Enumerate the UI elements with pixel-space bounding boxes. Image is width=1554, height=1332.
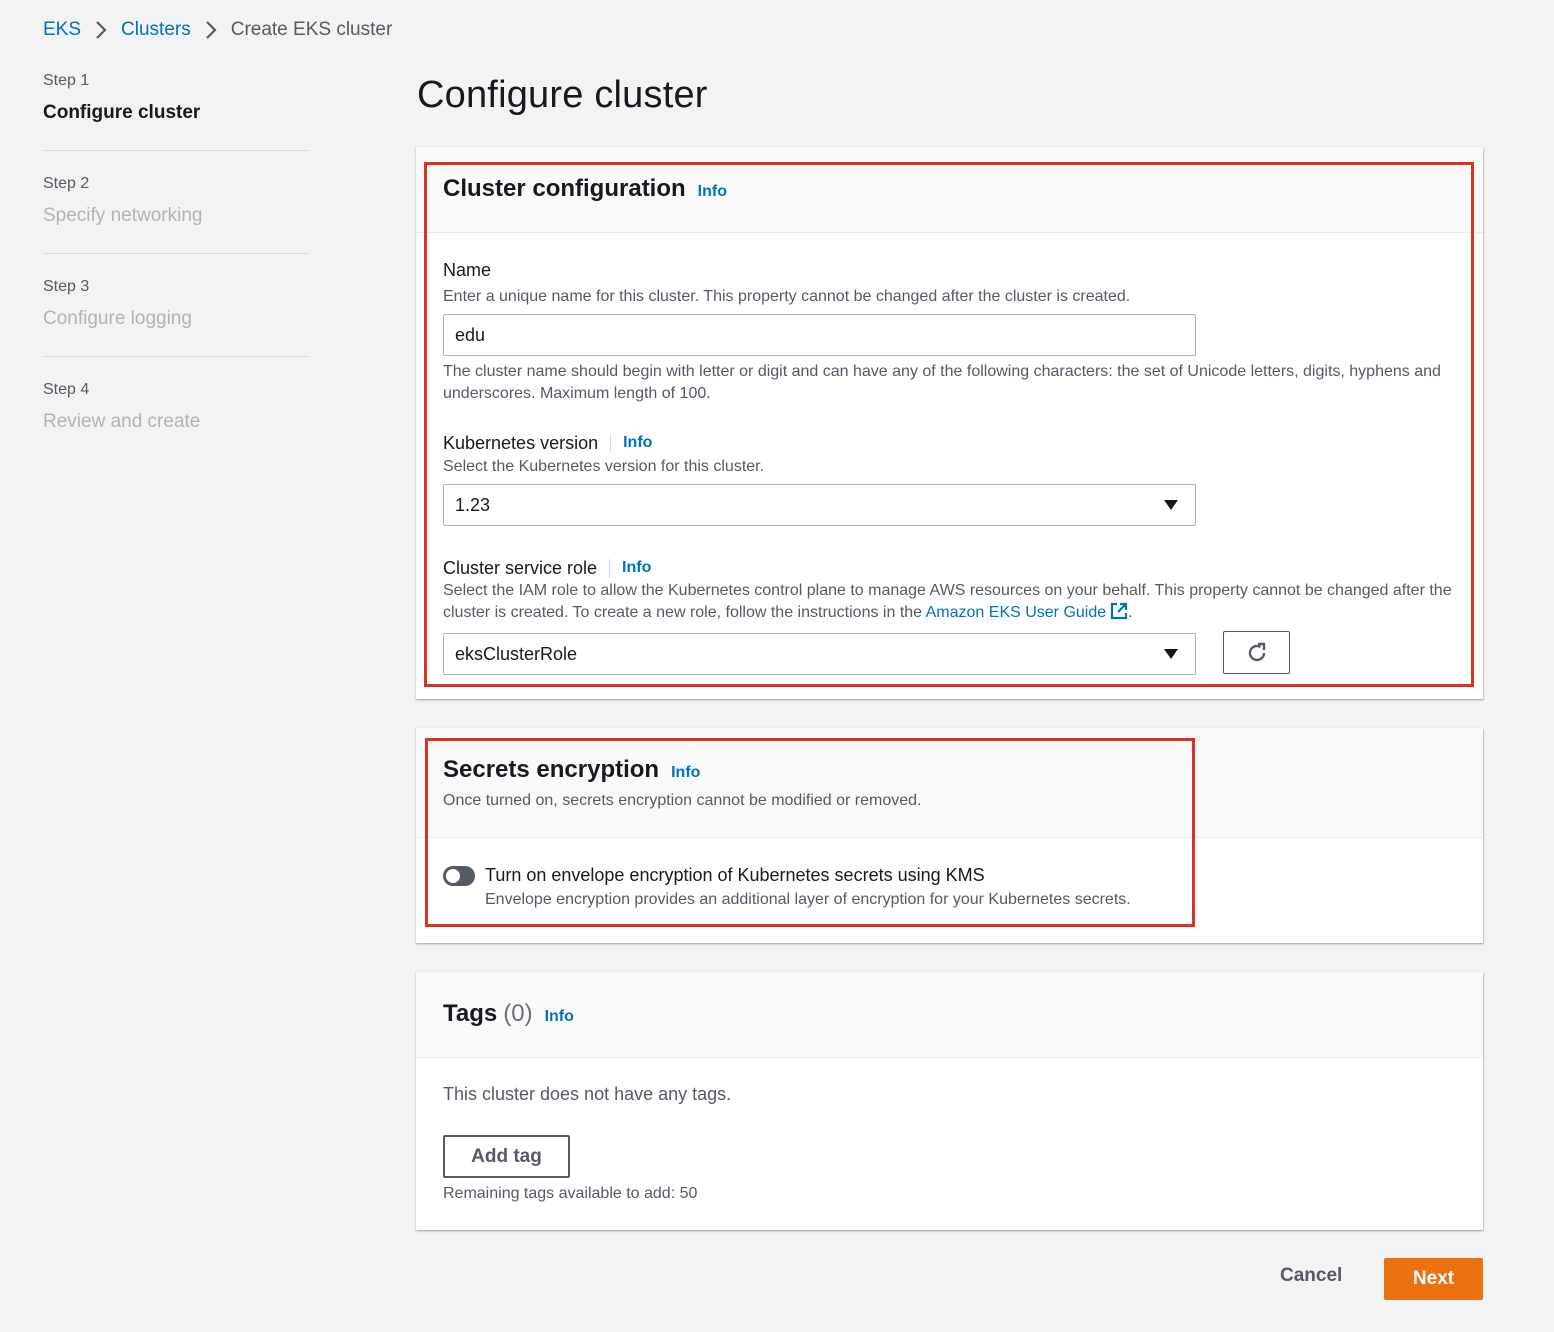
secrets-encryption-title: Secrets encryption bbox=[443, 756, 660, 783]
cluster-service-role-field: Cluster service role Info Select the IAM… bbox=[443, 556, 1455, 675]
secrets-description: Once turned on, secrets encryption canno… bbox=[443, 792, 922, 809]
divider bbox=[610, 434, 612, 452]
divider bbox=[609, 559, 611, 577]
step-title: Configure cluster bbox=[43, 102, 201, 123]
cluster-service-role-select[interactable]: eksClusterRole bbox=[443, 633, 1196, 675]
panel-header: Tags (0) Info bbox=[416, 972, 1483, 1058]
toggle-text: Turn on envelope encryption of Kubernete… bbox=[485, 864, 1131, 911]
refresh-icon bbox=[1248, 642, 1265, 661]
breadcrumb-eks[interactable]: EKS bbox=[43, 19, 81, 41]
refresh-roles-button[interactable] bbox=[1223, 631, 1290, 674]
kubernetes-version-field: Kubernetes version Info Select the Kuber… bbox=[443, 431, 1196, 526]
service-role-label: Cluster service role bbox=[443, 558, 598, 578]
service-role-description-suffix: . bbox=[1128, 604, 1133, 621]
chevron-right-icon bbox=[95, 21, 107, 39]
info-link[interactable]: Info bbox=[698, 183, 727, 201]
panel-title: Secrets encryption Info bbox=[443, 756, 1456, 784]
toggle-description: Envelope encryption provides an addition… bbox=[485, 891, 1131, 908]
cluster-configuration-panel: Cluster configuration Info Name Enter a … bbox=[416, 147, 1483, 699]
step-number: Step 4 bbox=[43, 381, 90, 398]
envelope-encryption-toggle-row: Turn on envelope encryption of Kubernete… bbox=[443, 864, 1131, 911]
cluster-name-input[interactable]: edu bbox=[443, 314, 1196, 356]
info-link[interactable]: Info bbox=[671, 764, 700, 782]
service-role-label-row: Cluster service role Info bbox=[443, 556, 1455, 580]
wizard-steps: Step 1 Configure cluster Step 2 Specify … bbox=[43, 70, 309, 435]
step-number: Step 3 bbox=[43, 278, 90, 295]
secrets-encryption-panel: Secrets encryption Info Once turned on, … bbox=[416, 728, 1483, 943]
caret-down-icon bbox=[1164, 649, 1178, 659]
step-title: Specify networking bbox=[43, 205, 203, 226]
info-link[interactable]: Info bbox=[623, 431, 652, 455]
step-3: Step 3 Configure logging bbox=[43, 276, 309, 332]
panel-title: Cluster configuration Info bbox=[443, 175, 1456, 203]
step-title: Configure logging bbox=[43, 308, 192, 329]
toggle-label: Turn on envelope encryption of Kubernete… bbox=[485, 865, 985, 885]
panel-title: Tags (0) Info bbox=[443, 1000, 1456, 1028]
next-button[interactable]: Next bbox=[1384, 1258, 1483, 1300]
cancel-button[interactable]: Cancel bbox=[1280, 1265, 1342, 1287]
info-link[interactable]: Info bbox=[545, 1008, 574, 1026]
name-description: Enter a unique name for this cluster. Th… bbox=[443, 288, 1131, 305]
no-tags-text: This cluster does not have any tags. bbox=[443, 1084, 732, 1104]
eks-user-guide-link[interactable]: Amazon EKS User Guide bbox=[926, 604, 1107, 621]
step-4: Step 4 Review and create bbox=[43, 379, 309, 435]
kubernetes-version-value: 1.23 bbox=[455, 494, 491, 515]
divider bbox=[43, 150, 309, 151]
chevron-right-icon bbox=[205, 21, 217, 39]
info-link[interactable]: Info bbox=[622, 556, 651, 580]
toggle-knob bbox=[446, 869, 460, 883]
name-constraint-text: The cluster name should begin with lette… bbox=[443, 363, 1441, 402]
breadcrumb-clusters[interactable]: Clusters bbox=[121, 19, 191, 41]
kubernetes-version-label-row: Kubernetes version Info bbox=[443, 431, 1196, 455]
breadcrumb-current: Create EKS cluster bbox=[230, 19, 393, 40]
service-role-description: Select the IAM role to allow the Kuberne… bbox=[443, 580, 1455, 627]
name-label: Name bbox=[443, 260, 492, 280]
tags-panel: Tags (0) Info This cluster does not have… bbox=[416, 972, 1483, 1230]
kubernetes-version-label: Kubernetes version bbox=[443, 433, 599, 453]
envelope-encryption-toggle[interactable] bbox=[443, 866, 475, 886]
kubernetes-version-description: Select the Kubernetes version for this c… bbox=[443, 458, 765, 475]
tags-count: (0) bbox=[503, 1000, 533, 1027]
remaining-tags-text: Remaining tags available to add: 50 bbox=[443, 1185, 698, 1202]
kubernetes-version-select[interactable]: 1.23 bbox=[443, 484, 1196, 526]
panel-header: Secrets encryption Info Once turned on, … bbox=[416, 728, 1483, 838]
step-title: Review and create bbox=[43, 411, 201, 432]
caret-down-icon bbox=[1164, 500, 1178, 510]
step-number: Step 1 bbox=[43, 72, 90, 89]
divider bbox=[43, 356, 309, 357]
step-2: Step 2 Specify networking bbox=[43, 173, 309, 229]
step-number: Step 2 bbox=[43, 175, 90, 192]
service-role-value: eksClusterRole bbox=[455, 643, 578, 664]
external-link-icon bbox=[1110, 602, 1128, 627]
breadcrumb: EKS Clusters Create EKS cluster bbox=[43, 18, 392, 42]
page-title: Configure cluster bbox=[417, 74, 708, 116]
divider bbox=[43, 253, 309, 254]
add-tag-button[interactable]: Add tag bbox=[443, 1135, 570, 1178]
cluster-configuration-title: Cluster configuration bbox=[443, 175, 686, 202]
name-field: Name Enter a unique name for this cluste… bbox=[443, 259, 1448, 405]
step-1: Step 1 Configure cluster bbox=[43, 70, 309, 126]
panel-header: Cluster configuration Info bbox=[416, 147, 1483, 233]
tags-title: Tags bbox=[443, 1000, 498, 1027]
